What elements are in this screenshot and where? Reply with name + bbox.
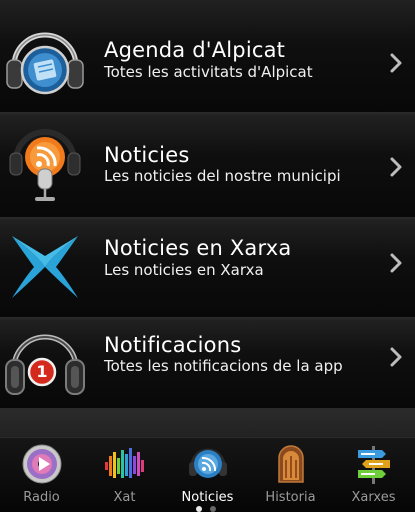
tab-label: Historia [265, 490, 316, 505]
tab-xarxes[interactable]: Xarxes [332, 438, 415, 512]
menu-item-subtitle: Totes les activitats d'Alpicat [104, 63, 313, 81]
tab-historia[interactable]: Historia [249, 438, 332, 512]
menu-item-noticies-xarxa[interactable]: Noticies en Xarxa Les noticies en Xarxa [0, 220, 415, 317]
page-dot [210, 506, 216, 512]
page-indicator[interactable] [192, 506, 226, 512]
menu-item-subtitle: Les noticies en Xarxa [104, 261, 264, 279]
notification-badge-count: 1 [36, 362, 48, 381]
menu-item-title: Agenda d'Alpicat [104, 38, 286, 62]
menu-item-notificacions[interactable]: 1 Notificacions Totes les notificacions … [0, 320, 415, 408]
tab-label: Noticies [181, 490, 234, 505]
tab-xat[interactable]: Xat [83, 438, 166, 512]
menu-item-title: Noticies [104, 143, 190, 167]
menu-list: Agenda d'Alpicat Totes les activitats d'… [0, 0, 415, 437]
signpost-icon [358, 446, 390, 484]
menu-item-title: Notificacions [104, 333, 242, 357]
tab-label: Xat [113, 490, 136, 505]
tab-radio[interactable]: Radio [0, 438, 83, 512]
rss-microphone-icon [9, 129, 81, 201]
xarxa-x-logo-icon [12, 236, 78, 298]
chevron-right-icon [390, 53, 402, 73]
rss-headphones-icon [189, 448, 227, 478]
app-screen: Agenda d'Alpicat Totes les activitats d'… [0, 0, 415, 512]
tab-bar: Radio Xat Noticies Historia Xarxes [0, 437, 415, 512]
menu-item-agenda[interactable]: Agenda d'Alpicat Totes les activitats d'… [0, 0, 415, 112]
equalizer-icon [105, 448, 144, 478]
menu-item-title: Noticies en Xarxa [104, 236, 292, 260]
menu-item-noticies[interactable]: Noticies Les noticies del nostre municip… [0, 115, 415, 217]
menu-item-subtitle: Les noticies del nostre municipi [104, 167, 341, 185]
jukebox-icon [278, 445, 304, 483]
headphones-calendar-icon [6, 32, 84, 95]
chevron-right-icon [390, 253, 402, 273]
menu-item-subtitle: Totes les notificacions de la app [104, 357, 343, 375]
tab-label: Radio [23, 490, 60, 505]
list-footer-area [0, 408, 415, 437]
tab-noticies[interactable]: Noticies [166, 438, 249, 512]
chevron-right-icon [390, 157, 402, 177]
radio-cd-icon [22, 444, 62, 484]
chevron-right-icon [390, 347, 402, 367]
tab-label: Xarxes [351, 490, 396, 505]
page-dot-active [196, 506, 202, 512]
